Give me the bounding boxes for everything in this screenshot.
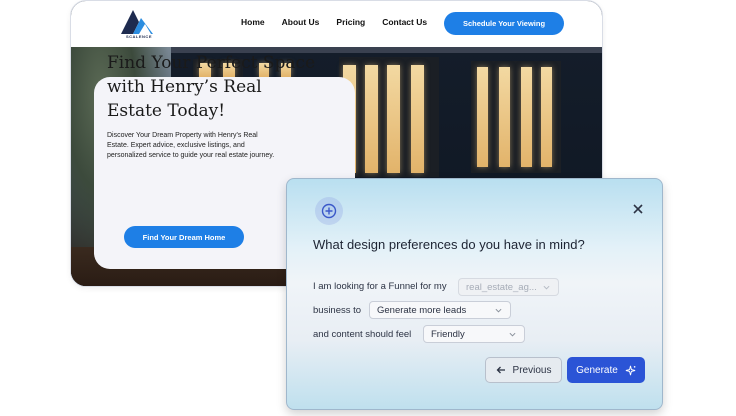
nav-pricing[interactable]: Pricing: [336, 17, 365, 27]
nav-home[interactable]: Home: [241, 17, 265, 27]
business-type-value: real_estate_ag...: [466, 281, 537, 293]
tone-select[interactable]: Friendly: [423, 325, 525, 343]
schedule-viewing-button[interactable]: Schedule Your Viewing: [444, 12, 564, 35]
nav-about-us[interactable]: About Us: [282, 17, 320, 27]
tone-value: Friendly: [431, 328, 465, 340]
goal-value: Generate more leads: [377, 304, 467, 316]
goal-select[interactable]: Generate more leads: [369, 301, 511, 319]
logo-text: SCALENCE: [125, 34, 152, 39]
previous-label: Previous: [512, 364, 552, 376]
generate-button[interactable]: Generate: [567, 357, 645, 383]
chevron-down-icon: [495, 308, 502, 313]
previous-button[interactable]: Previous: [485, 357, 562, 383]
close-icon[interactable]: [631, 202, 645, 216]
dialog-question: What design preferences do you have in m…: [313, 237, 585, 252]
business-type-select[interactable]: real_estate_ag...: [458, 278, 559, 296]
nav-contact-us[interactable]: Contact Us: [382, 17, 427, 27]
sparkle-icon: [625, 365, 636, 375]
hero-title: Find Your Perfect Space with Henry’s Rea…: [107, 53, 316, 121]
funnel-label: I am looking for a Funnel for my: [313, 281, 447, 292]
chevron-down-icon: [543, 285, 550, 290]
find-dream-home-button[interactable]: Find Your Dream Home: [124, 226, 244, 248]
hero-description: Discover Your Dream Property with Henry'…: [107, 132, 275, 159]
generate-label: Generate: [576, 364, 618, 376]
site-navbar: SCALENCE Home About Us Pricing Contact U…: [71, 1, 602, 48]
chevron-down-icon: [509, 332, 516, 337]
tone-label: and content should feel: [313, 329, 412, 340]
goal-label: business to: [313, 305, 362, 316]
arrow-left-icon: [496, 366, 505, 374]
design-preferences-dialog: What design preferences do you have in m…: [286, 178, 663, 410]
nav-links: Home About Us Pricing Contact Us: [241, 17, 427, 27]
add-circle-icon: [315, 197, 343, 225]
